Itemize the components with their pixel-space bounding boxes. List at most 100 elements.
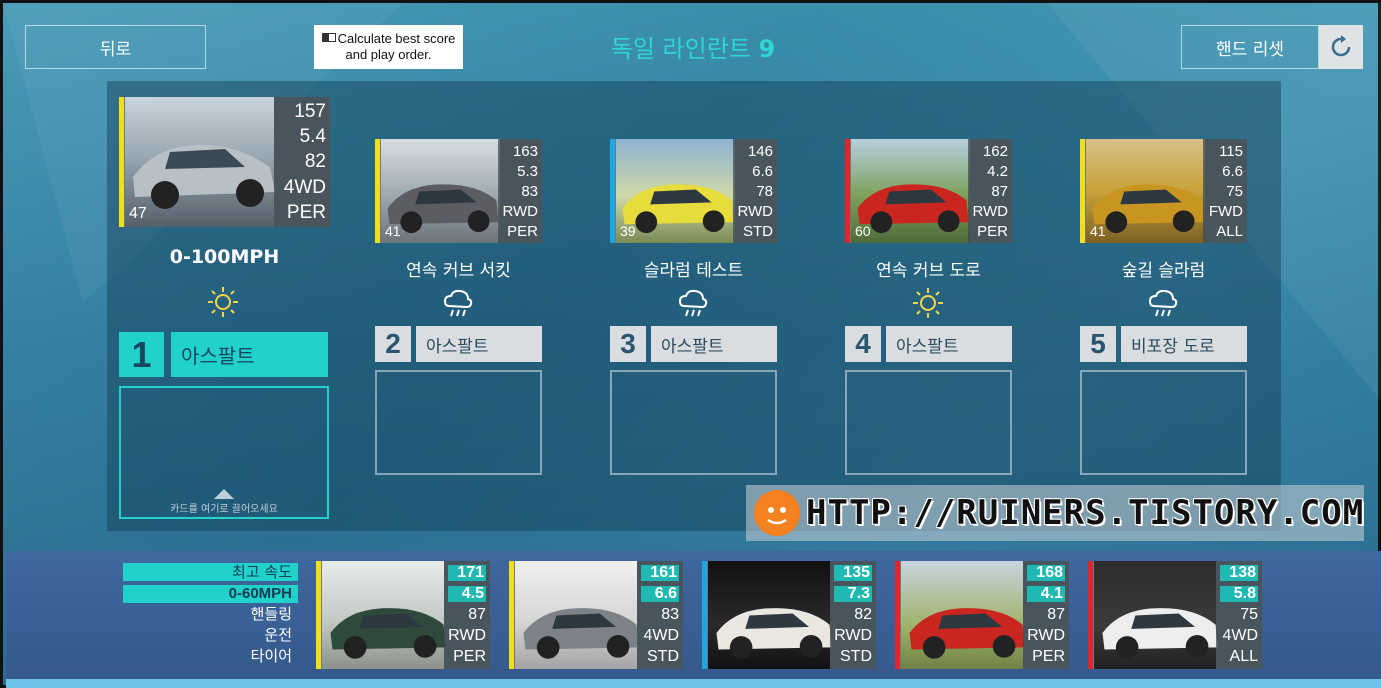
car-stat: 5.3 [517, 162, 538, 180]
car-stat: 6.6 [752, 162, 773, 180]
car-rating: 41 [1090, 223, 1106, 239]
class-stripe [702, 561, 707, 669]
event-1-slot-number: 1 [119, 332, 164, 377]
hand-card-3[interactable]: 135 7.3 82 RWD STD [702, 561, 876, 669]
hand-card-4[interactable]: 168 4.1 87 RWD PER [895, 561, 1069, 669]
car-stats: 162 4.2 87 RWD PER [968, 139, 1012, 243]
event-5-slot-number: 5 [1080, 326, 1116, 362]
event-4-slot-number: 4 [845, 326, 881, 362]
hand-card-stat: 138 [1220, 565, 1258, 582]
car-stat: PER [977, 222, 1008, 240]
car-stat: 83 [521, 182, 538, 200]
checkbox-icon [321, 33, 336, 42]
class-stripe [316, 561, 321, 669]
hand-card-stat: 6.6 [641, 586, 679, 603]
hand-card-stat: 168 [1027, 565, 1065, 582]
class-stripe [1088, 561, 1093, 669]
event-3-slot-number: 3 [610, 326, 646, 362]
car-stats: 115 6.6 75 FWD ALL [1203, 139, 1247, 243]
hand-card-stats: 171 4.5 87 RWD PER [444, 561, 490, 669]
sun-icon [206, 285, 240, 319]
event-2-drop-zone[interactable] [375, 370, 542, 475]
event-2-surface: 아스팔트 [416, 326, 542, 362]
car-stat: 78 [756, 182, 773, 200]
car-stat: 115 [1219, 142, 1243, 160]
event-4-car-card[interactable]: 162 4.2 87 RWD PER 60 [845, 139, 1012, 243]
hand-card-1[interactable]: 171 4.5 87 RWD PER [316, 561, 490, 669]
car-rating: 60 [855, 223, 871, 239]
car-stats: 146 6.6 78 RWD STD [733, 139, 777, 243]
event-2-slot-number: 2 [375, 326, 411, 362]
class-stripe [895, 561, 900, 669]
watermark: HTTP://RUINERS.TISTORY.COM [746, 485, 1364, 541]
event-3-drop-zone[interactable] [610, 370, 777, 475]
car-stat: ALL [1216, 222, 1243, 240]
hand-card-5[interactable]: 138 5.8 75 4WD ALL [1088, 561, 1262, 669]
hand-card-stats: 138 5.8 75 4WD ALL [1216, 561, 1262, 669]
event-5-drop-zone[interactable] [1080, 370, 1247, 475]
legend-handling: 핸들링 [250, 605, 292, 623]
watermark-text: HTTP://RUINERS.TISTORY.COM [806, 493, 1365, 533]
legend-acceleration: 0-60MPH [123, 585, 298, 603]
rain-cloud-icon [676, 286, 710, 320]
car-stat: STD [743, 222, 773, 240]
legend-tyres: 타이어 [250, 647, 292, 665]
event-2-car-card[interactable]: 163 5.3 83 RWD PER 41 [375, 139, 542, 243]
hand-card-stat: 75 [1240, 605, 1258, 623]
hand-card-stat: STD [840, 647, 872, 665]
hand-card-stat: ALL [1229, 647, 1258, 665]
car-stat: RWD [737, 202, 773, 220]
car-photo [1094, 561, 1218, 669]
event-4-name: 연속 커브 도로 [876, 261, 981, 281]
hand-card-stat: 4WD [1222, 626, 1258, 644]
up-arrow-icon [214, 489, 234, 499]
stat-handling: 82 [304, 151, 326, 173]
event-5-car-card[interactable]: 115 6.6 75 FWD ALL 41 [1080, 139, 1247, 243]
event-1-surface: 아스팔트 [171, 332, 328, 377]
stat-drive: 4WD [283, 176, 326, 198]
car-stat: 87 [991, 182, 1008, 200]
hand-card-stat: RWD [448, 626, 486, 644]
hand-card-stat: 161 [641, 565, 679, 582]
event-1-drop-zone[interactable]: 카드를 여기로 끌어오세요 [119, 386, 329, 519]
sun-icon [911, 286, 945, 320]
calculate-best-score-button[interactable]: Calculate best score and play order. [314, 25, 463, 69]
rain-cloud-icon [441, 286, 475, 320]
reset-hand-button[interactable]: 핸드 리셋 [1181, 25, 1319, 69]
event-4-drop-zone[interactable] [845, 370, 1012, 475]
page-title: 독일 라인란트 9 [543, 29, 843, 64]
car-stats: 163 5.3 83 RWD PER [498, 139, 542, 243]
car-stat: FWD [1208, 202, 1243, 220]
title-number: 9 [758, 35, 776, 63]
watermark-logo-icon [754, 490, 800, 536]
hand-card-stat: 87 [1047, 605, 1065, 623]
event-3-car-card[interactable]: 146 6.6 78 RWD STD 39 [610, 139, 777, 243]
legend-top-speed: 최고 속도 [123, 563, 298, 581]
hand-card-stat: 83 [661, 605, 679, 623]
hand-card-stats: 161 6.6 83 4WD STD [637, 561, 683, 669]
hand-card-stat: PER [453, 647, 486, 665]
event-1-name: 0-100MPH [169, 246, 280, 268]
event-2-name: 연속 커브 서킷 [406, 261, 511, 281]
class-stripe [1080, 139, 1085, 243]
hand-card-stat: 4WD [643, 626, 679, 644]
car-rating: 47 [129, 205, 147, 222]
hand-card-stat: 7.3 [834, 586, 872, 603]
car-stat: 6.6 [1222, 162, 1243, 180]
event-4-surface: 아스팔트 [886, 326, 1012, 362]
hand-card-stats: 168 4.1 87 RWD PER [1023, 561, 1069, 669]
class-stripe [119, 97, 124, 227]
event-1-car-card[interactable]: 157 5.4 82 4WD PER 47 [119, 97, 330, 227]
car-stat: RWD [972, 202, 1008, 220]
hand-bottom-line [6, 679, 1381, 688]
hand-card-2[interactable]: 161 6.6 83 4WD STD [509, 561, 683, 669]
car-photo [125, 97, 275, 227]
hand-card-stat: 171 [448, 565, 486, 582]
car-photo [322, 561, 446, 669]
reset-icon[interactable] [1319, 25, 1363, 69]
car-rating: 41 [385, 223, 401, 239]
rain-cloud-icon [1146, 286, 1180, 320]
back-button[interactable]: 뒤로 [25, 25, 206, 69]
legend-drive: 운전 [264, 626, 292, 644]
hand-card-stat: STD [647, 647, 679, 665]
